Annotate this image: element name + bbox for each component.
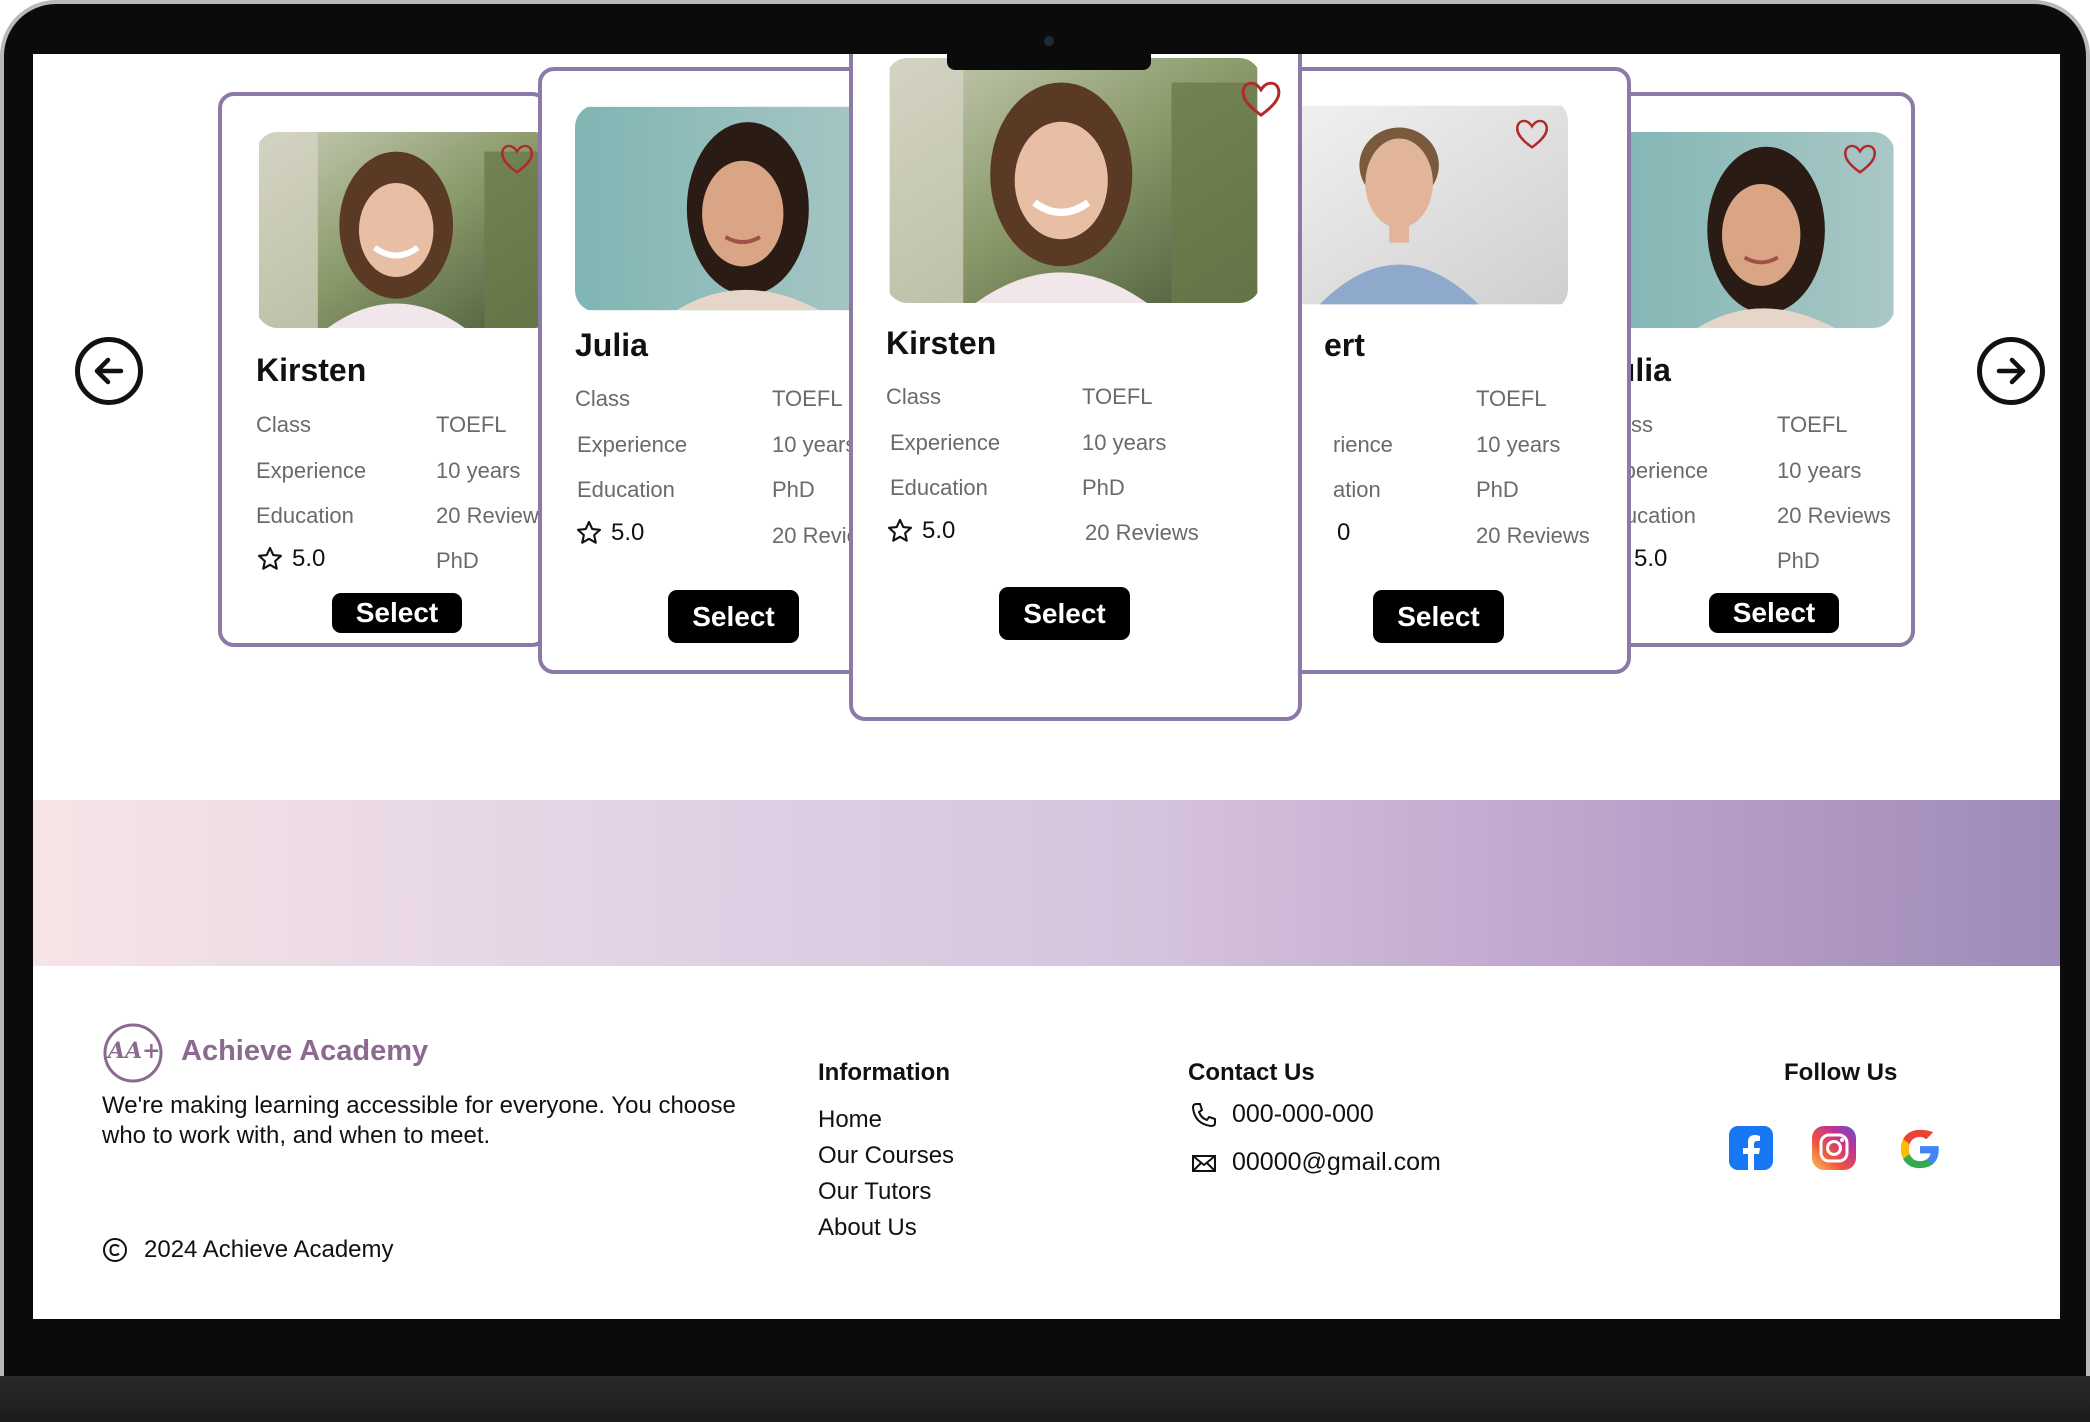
tutor-name: Kirsten	[256, 352, 367, 388]
google-icon[interactable]	[1897, 1126, 1945, 1174]
footer-link-courses[interactable]: Our Courses	[818, 1142, 954, 1170]
tutor-rating: 0	[1337, 519, 1350, 547]
field-value: PhD	[1476, 477, 1519, 502]
field-value: 10 years	[436, 458, 521, 483]
footer-link-tutors[interactable]: Our Tutors	[818, 1178, 931, 1206]
field-value: PhD	[1082, 475, 1125, 500]
browser-screen: Kirsten Class TOEFL Experience 10 years …	[33, 54, 2060, 1319]
field-value: 10 years	[1777, 458, 1862, 483]
brand-logo[interactable]: AA+	[102, 1022, 164, 1084]
select-tutor-button[interactable]: Select	[1373, 590, 1504, 643]
rating-value: 5.0	[1634, 545, 1668, 572]
screen-notch	[947, 53, 1151, 70]
field-value: PhD	[436, 548, 479, 573]
information-heading: Information	[818, 1059, 950, 1086]
laptop-base	[0, 1376, 2090, 1422]
arrow-left-icon	[94, 357, 124, 385]
tutor-name: Julia	[575, 327, 648, 363]
mail-icon	[1192, 1154, 1216, 1172]
field-value: 20 Reviews	[436, 503, 548, 528]
field-label: Education	[256, 503, 354, 528]
tutor-card: ert TOEFL rience 10 years ation PhD 0 20…	[1266, 67, 1631, 674]
field-label: Experience	[890, 430, 1001, 455]
copyright: 2024 Achieve Academy	[102, 1236, 394, 1264]
field-value: 20 Reviews	[1476, 523, 1590, 548]
field-value: 10 years	[772, 432, 857, 457]
select-tutor-button[interactable]: Select	[999, 587, 1130, 640]
tutor-card: Julia Class TOEFL Experience 10 years Ed…	[1593, 92, 1915, 647]
star-icon	[886, 517, 914, 545]
field-value: TOEFL	[436, 412, 507, 437]
field-label: Experience	[577, 432, 688, 457]
rating-value: 5.0	[292, 545, 326, 572]
arrow-right-icon	[1996, 357, 2026, 385]
field-value: PhD	[772, 477, 815, 502]
logo-text: AA+	[108, 1038, 161, 1064]
brand-tagline: We're making learning accessible for eve…	[102, 1092, 736, 1149]
rating-value: 0	[1337, 519, 1351, 546]
field-value: 20 Reviews	[1777, 503, 1891, 528]
field-label: Experience	[256, 458, 367, 483]
field-label: Education	[890, 475, 988, 500]
favorite-heart-icon[interactable]	[1238, 76, 1284, 122]
select-tutor-button[interactable]: Select	[668, 590, 799, 643]
field-label: ation	[1333, 477, 1381, 502]
gradient-banner	[33, 800, 2060, 966]
footer-link-home[interactable]: Home	[818, 1106, 882, 1134]
contact-heading: Contact Us	[1188, 1059, 1315, 1086]
star-icon	[575, 519, 603, 547]
rating-value: 5.0	[611, 519, 645, 546]
site-footer: AA+ Achieve Academy We're making learnin…	[33, 966, 2060, 1319]
tutor-card-featured: Kirsten Class TOEFL Experience 10 years …	[849, 54, 1302, 721]
instagram-icon[interactable]	[1810, 1124, 1858, 1172]
tutor-name: ert	[1324, 327, 1365, 363]
field-label: Class	[575, 386, 631, 411]
contact-email[interactable]: 00000@gmail.com	[1190, 1148, 1441, 1177]
contact-phone[interactable]: 000-000-000	[1190, 1100, 1374, 1129]
field-value: 20 Reviews	[1085, 520, 1199, 545]
phone-number: 000-000-000	[1232, 1100, 1374, 1128]
favorite-heart-icon[interactable]	[1513, 115, 1551, 153]
tutor-rating: 5.0	[575, 519, 644, 547]
field-value: TOEFL	[1476, 386, 1547, 411]
field-value: PhD	[1777, 548, 1820, 573]
tutor-rating: 5.0	[256, 545, 325, 573]
footer-link-about[interactable]: About Us	[818, 1214, 917, 1242]
select-tutor-button[interactable]: Select	[1709, 593, 1839, 633]
favorite-heart-icon[interactable]	[498, 140, 536, 178]
field-value: TOEFL	[772, 386, 843, 411]
field-value: 10 years	[1082, 430, 1167, 455]
tutor-name: Kirsten	[886, 325, 997, 361]
follow-heading: Follow Us	[1784, 1059, 1898, 1086]
tutor-photo	[886, 58, 1261, 303]
webcam	[1044, 36, 1054, 46]
field-label: rience	[1333, 432, 1393, 457]
field-label: Education	[577, 477, 675, 502]
brand-name[interactable]: Achieve Academy	[181, 1035, 428, 1068]
copyright-icon	[103, 1238, 127, 1262]
field-value: TOEFL	[1082, 384, 1153, 409]
copyright-text: 2024 Achieve Academy	[144, 1236, 394, 1263]
carousel-prev-button[interactable]	[75, 337, 143, 405]
favorite-heart-icon[interactable]	[1841, 140, 1879, 178]
field-value: TOEFL	[1777, 412, 1848, 437]
phone-icon	[1192, 1102, 1216, 1127]
email-address: 00000@gmail.com	[1232, 1148, 1441, 1176]
tutor-card: Kirsten Class TOEFL Experience 10 years …	[218, 92, 548, 647]
field-label: Class	[256, 412, 312, 437]
rating-value: 5.0	[922, 517, 956, 544]
facebook-icon[interactable]	[1727, 1124, 1775, 1172]
carousel-next-button[interactable]	[1977, 337, 2045, 405]
tutor-photo	[575, 105, 880, 312]
field-label: Class	[886, 384, 942, 409]
tutor-rating: 5.0	[886, 517, 955, 545]
tutor-card: Julia Class TOEFL Experience 10 years Ed…	[538, 67, 890, 674]
star-icon	[256, 545, 284, 573]
select-tutor-button[interactable]: Select	[332, 593, 462, 633]
field-value: 10 years	[1476, 432, 1561, 457]
